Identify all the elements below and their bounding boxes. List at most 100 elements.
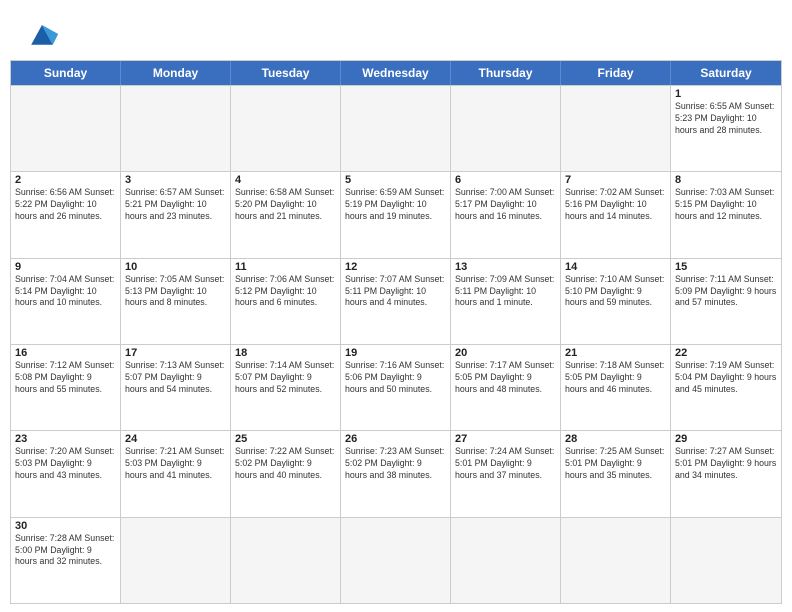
calendar-week-3: 9Sunrise: 7:04 AM Sunset: 5:14 PM Daylig… — [11, 258, 781, 344]
day-number: 5 — [345, 174, 446, 186]
calendar-cell: 13Sunrise: 7:09 AM Sunset: 5:11 PM Dayli… — [451, 259, 561, 344]
day-info: Sunrise: 7:06 AM Sunset: 5:12 PM Dayligh… — [235, 274, 336, 310]
day-info: Sunrise: 7:11 AM Sunset: 5:09 PM Dayligh… — [675, 274, 777, 310]
calendar-week-6: 30Sunrise: 7:28 AM Sunset: 5:00 PM Dayli… — [11, 517, 781, 603]
calendar-cell: 15Sunrise: 7:11 AM Sunset: 5:09 PM Dayli… — [671, 259, 781, 344]
day-info: Sunrise: 7:12 AM Sunset: 5:08 PM Dayligh… — [15, 360, 116, 396]
day-number: 14 — [565, 261, 666, 273]
day-number: 29 — [675, 433, 777, 445]
day-info: Sunrise: 7:03 AM Sunset: 5:15 PM Dayligh… — [675, 187, 777, 223]
calendar-cell: 26Sunrise: 7:23 AM Sunset: 5:02 PM Dayli… — [341, 431, 451, 516]
day-info: Sunrise: 7:05 AM Sunset: 5:13 PM Dayligh… — [125, 274, 226, 310]
calendar-cell: 5Sunrise: 6:59 AM Sunset: 5:19 PM Daylig… — [341, 172, 451, 257]
day-info: Sunrise: 6:55 AM Sunset: 5:23 PM Dayligh… — [675, 101, 777, 137]
day-info: Sunrise: 7:07 AM Sunset: 5:11 PM Dayligh… — [345, 274, 446, 310]
calendar-week-4: 16Sunrise: 7:12 AM Sunset: 5:08 PM Dayli… — [11, 344, 781, 430]
calendar-cell: 10Sunrise: 7:05 AM Sunset: 5:13 PM Dayli… — [121, 259, 231, 344]
calendar-cell: 23Sunrise: 7:20 AM Sunset: 5:03 PM Dayli… — [11, 431, 121, 516]
calendar-cell: 22Sunrise: 7:19 AM Sunset: 5:04 PM Dayli… — [671, 345, 781, 430]
day-info: Sunrise: 7:04 AM Sunset: 5:14 PM Dayligh… — [15, 274, 116, 310]
day-info: Sunrise: 6:57 AM Sunset: 5:21 PM Dayligh… — [125, 187, 226, 223]
day-info: Sunrise: 7:16 AM Sunset: 5:06 PM Dayligh… — [345, 360, 446, 396]
calendar-cell: 27Sunrise: 7:24 AM Sunset: 5:01 PM Dayli… — [451, 431, 561, 516]
day-number: 22 — [675, 347, 777, 359]
day-number: 17 — [125, 347, 226, 359]
calendar-cell — [341, 86, 451, 171]
day-of-week-wednesday: Wednesday — [341, 61, 451, 85]
day-info: Sunrise: 7:14 AM Sunset: 5:07 PM Dayligh… — [235, 360, 336, 396]
day-of-week-thursday: Thursday — [451, 61, 561, 85]
calendar-cell: 12Sunrise: 7:07 AM Sunset: 5:11 PM Dayli… — [341, 259, 451, 344]
day-number: 4 — [235, 174, 336, 186]
calendar-cell: 4Sunrise: 6:58 AM Sunset: 5:20 PM Daylig… — [231, 172, 341, 257]
calendar-cell — [561, 86, 671, 171]
day-number: 30 — [15, 520, 116, 532]
calendar-cell: 3Sunrise: 6:57 AM Sunset: 5:21 PM Daylig… — [121, 172, 231, 257]
day-info: Sunrise: 7:10 AM Sunset: 5:10 PM Dayligh… — [565, 274, 666, 310]
day-info: Sunrise: 7:00 AM Sunset: 5:17 PM Dayligh… — [455, 187, 556, 223]
day-number: 26 — [345, 433, 446, 445]
day-of-week-sunday: Sunday — [11, 61, 121, 85]
day-number: 12 — [345, 261, 446, 273]
day-of-week-friday: Friday — [561, 61, 671, 85]
calendar-cell — [121, 518, 231, 603]
calendar-cell: 7Sunrise: 7:02 AM Sunset: 5:16 PM Daylig… — [561, 172, 671, 257]
calendar-cell: 2Sunrise: 6:56 AM Sunset: 5:22 PM Daylig… — [11, 172, 121, 257]
calendar-cell: 20Sunrise: 7:17 AM Sunset: 5:05 PM Dayli… — [451, 345, 561, 430]
calendar-cell — [561, 518, 671, 603]
calendar-cell: 8Sunrise: 7:03 AM Sunset: 5:15 PM Daylig… — [671, 172, 781, 257]
logo — [20, 16, 60, 52]
day-number: 27 — [455, 433, 556, 445]
day-of-week-saturday: Saturday — [671, 61, 781, 85]
calendar-cell — [231, 86, 341, 171]
logo-icon — [24, 16, 60, 52]
calendar-cell: 19Sunrise: 7:16 AM Sunset: 5:06 PM Dayli… — [341, 345, 451, 430]
calendar-cell: 30Sunrise: 7:28 AM Sunset: 5:00 PM Dayli… — [11, 518, 121, 603]
calendar-week-5: 23Sunrise: 7:20 AM Sunset: 5:03 PM Dayli… — [11, 430, 781, 516]
day-number: 9 — [15, 261, 116, 273]
day-info: Sunrise: 6:58 AM Sunset: 5:20 PM Dayligh… — [235, 187, 336, 223]
page: SundayMondayTuesdayWednesdayThursdayFrid… — [0, 0, 792, 612]
day-number: 2 — [15, 174, 116, 186]
day-info: Sunrise: 7:25 AM Sunset: 5:01 PM Dayligh… — [565, 446, 666, 482]
calendar-cell: 6Sunrise: 7:00 AM Sunset: 5:17 PM Daylig… — [451, 172, 561, 257]
calendar-cell: 18Sunrise: 7:14 AM Sunset: 5:07 PM Dayli… — [231, 345, 341, 430]
calendar-cell: 14Sunrise: 7:10 AM Sunset: 5:10 PM Dayli… — [561, 259, 671, 344]
day-info: Sunrise: 6:59 AM Sunset: 5:19 PM Dayligh… — [345, 187, 446, 223]
calendar-cell: 24Sunrise: 7:21 AM Sunset: 5:03 PM Dayli… — [121, 431, 231, 516]
day-number: 23 — [15, 433, 116, 445]
calendar-cell: 29Sunrise: 7:27 AM Sunset: 5:01 PM Dayli… — [671, 431, 781, 516]
day-number: 28 — [565, 433, 666, 445]
calendar-cell — [121, 86, 231, 171]
day-number: 7 — [565, 174, 666, 186]
calendar-cell: 28Sunrise: 7:25 AM Sunset: 5:01 PM Dayli… — [561, 431, 671, 516]
day-number: 8 — [675, 174, 777, 186]
calendar-cell: 1Sunrise: 6:55 AM Sunset: 5:23 PM Daylig… — [671, 86, 781, 171]
day-number: 16 — [15, 347, 116, 359]
day-info: Sunrise: 7:02 AM Sunset: 5:16 PM Dayligh… — [565, 187, 666, 223]
day-number: 21 — [565, 347, 666, 359]
day-number: 11 — [235, 261, 336, 273]
day-info: Sunrise: 6:56 AM Sunset: 5:22 PM Dayligh… — [15, 187, 116, 223]
calendar-cell: 9Sunrise: 7:04 AM Sunset: 5:14 PM Daylig… — [11, 259, 121, 344]
day-info: Sunrise: 7:23 AM Sunset: 5:02 PM Dayligh… — [345, 446, 446, 482]
day-info: Sunrise: 7:18 AM Sunset: 5:05 PM Dayligh… — [565, 360, 666, 396]
day-info: Sunrise: 7:13 AM Sunset: 5:07 PM Dayligh… — [125, 360, 226, 396]
day-info: Sunrise: 7:20 AM Sunset: 5:03 PM Dayligh… — [15, 446, 116, 482]
day-number: 1 — [675, 88, 777, 100]
calendar-cell — [671, 518, 781, 603]
day-number: 18 — [235, 347, 336, 359]
calendar-cell: 21Sunrise: 7:18 AM Sunset: 5:05 PM Dayli… — [561, 345, 671, 430]
day-number: 19 — [345, 347, 446, 359]
day-of-week-tuesday: Tuesday — [231, 61, 341, 85]
calendar-cell — [451, 518, 561, 603]
calendar-cell — [11, 86, 121, 171]
day-number: 10 — [125, 261, 226, 273]
day-number: 20 — [455, 347, 556, 359]
calendar-week-2: 2Sunrise: 6:56 AM Sunset: 5:22 PM Daylig… — [11, 171, 781, 257]
day-number: 24 — [125, 433, 226, 445]
calendar-header: SundayMondayTuesdayWednesdayThursdayFrid… — [11, 61, 781, 85]
day-number: 13 — [455, 261, 556, 273]
day-number: 6 — [455, 174, 556, 186]
day-info: Sunrise: 7:28 AM Sunset: 5:00 PM Dayligh… — [15, 533, 116, 569]
